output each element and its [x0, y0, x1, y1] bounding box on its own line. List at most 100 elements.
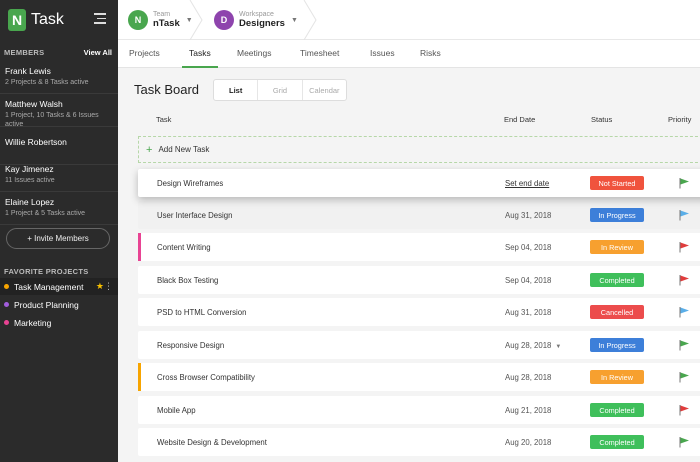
- invite-members-button[interactable]: + Invite Members: [6, 228, 110, 249]
- view-list-button[interactable]: List: [214, 80, 259, 100]
- table-row[interactable]: Responsive Design Aug 28, 2018 ▼ In Progres…: [138, 331, 700, 359]
- favorite-project-name: Product Planning: [14, 299, 79, 310]
- priority-flag-icon[interactable]: [678, 209, 690, 221]
- task-end-date[interactable]: Set end date: [505, 179, 549, 188]
- app-logo[interactable]: N Task: [8, 9, 64, 31]
- column-header-status[interactable]: Status: [591, 115, 612, 124]
- tab-risks[interactable]: Risks: [420, 48, 441, 58]
- plus-icon: +: [146, 143, 153, 156]
- task-end-date[interactable]: Aug 20, 2018: [505, 438, 551, 447]
- active-tab-underline: [182, 66, 218, 68]
- column-header-priority[interactable]: Priority: [668, 115, 691, 124]
- priority-flag-icon[interactable]: [678, 306, 690, 318]
- add-new-task-row[interactable]: + Add New Task: [138, 136, 700, 163]
- table-row[interactable]: Cross Browser Compatibility Aug 28, 2018 I…: [138, 363, 700, 391]
- member-item[interactable]: Kay Jimenez 11 Issues active: [0, 160, 118, 192]
- status-badge[interactable]: Completed: [590, 435, 644, 449]
- priority-flag-icon[interactable]: [678, 404, 690, 416]
- app-name: Task: [31, 11, 64, 28]
- task-end-date[interactable]: Aug 28, 2018: [505, 373, 551, 382]
- view-calendar-button[interactable]: Calendar: [303, 80, 346, 100]
- task-name[interactable]: Cross Browser Compatibility: [157, 373, 255, 382]
- workspace-selector[interactable]: D Workspace Designers ▼: [214, 0, 298, 40]
- member-item[interactable]: Elaine Lopez 1 Project & 5 Tasks active: [0, 193, 118, 225]
- priority-flag-icon[interactable]: [678, 339, 690, 351]
- tab-meetings[interactable]: Meetings: [237, 48, 272, 58]
- end-date-value: Aug 28, 2018: [505, 373, 552, 382]
- status-badge[interactable]: In Progress: [590, 338, 644, 352]
- member-activity: 1 Project, 10 Tasks & 6 Issues active: [5, 112, 99, 128]
- team-selector[interactable]: N Team nTask ▼: [128, 0, 193, 40]
- table-row[interactable]: Website Design & Development Aug 20, 2018…: [138, 428, 700, 456]
- table-row[interactable]: Black Box Testing Sep 04, 2018 Completed: [138, 266, 700, 294]
- tab-tasks[interactable]: Tasks: [189, 48, 211, 58]
- priority-flag-icon[interactable]: [678, 241, 690, 253]
- task-end-date[interactable]: Aug 28, 2018 ▼: [505, 341, 561, 350]
- task-name[interactable]: Responsive Design: [157, 341, 224, 350]
- task-name[interactable]: Design Wireframes: [157, 179, 223, 188]
- status-badge[interactable]: Cancelled: [590, 305, 644, 319]
- status-badge[interactable]: In Review: [590, 370, 644, 384]
- more-options-icon[interactable]: ⋮: [104, 281, 113, 292]
- favorite-project-item[interactable]: Task Management ★ ⋮: [0, 278, 118, 295]
- member-item[interactable]: Matthew Walsh 1 Project, 10 Tasks & 6 Iss…: [0, 95, 118, 128]
- workspace-avatar: D: [214, 10, 234, 30]
- end-date-value: Aug 20, 2018: [505, 438, 552, 447]
- table-row[interactable]: Content Writing Sep 04, 2018 In Review: [138, 233, 700, 261]
- hamburger-menu-icon[interactable]: [94, 13, 106, 27]
- task-end-date[interactable]: Sep 04, 2018: [505, 276, 551, 285]
- status-badge[interactable]: Completed: [590, 403, 644, 417]
- task-end-date[interactable]: Sep 04, 2018: [505, 243, 551, 252]
- task-name[interactable]: Website Design & Development: [157, 438, 267, 447]
- favorite-project-item[interactable]: Marketing: [0, 314, 118, 331]
- task-color-bar: [138, 363, 141, 391]
- task-name[interactable]: User Interface Design: [157, 211, 232, 220]
- priority-flag-icon[interactable]: [678, 436, 690, 448]
- table-row[interactable]: Mobile App Aug 21, 2018 Completed: [138, 396, 700, 424]
- tab-timesheet[interactable]: Timesheet: [300, 48, 339, 58]
- priority-flag-icon[interactable]: [678, 274, 690, 286]
- member-name: Elaine Lopez: [5, 197, 55, 207]
- column-header-task[interactable]: Task: [156, 115, 171, 124]
- project-color-dot: [4, 284, 9, 289]
- priority-flag-icon[interactable]: [678, 177, 690, 189]
- member-item[interactable]: Frank Lewis 2 Projects & 8 Tasks active: [0, 62, 118, 94]
- table-row[interactable]: Design Wireframes Set end date Not Started: [138, 169, 700, 197]
- member-name: Matthew Walsh: [5, 99, 63, 109]
- page-title: Task Board: [134, 82, 200, 97]
- status-badge[interactable]: In Review: [590, 240, 644, 254]
- task-name[interactable]: PSD to HTML Conversion: [157, 308, 246, 317]
- project-color-dot: [4, 320, 9, 325]
- task-end-date[interactable]: Aug 31, 2018: [505, 308, 551, 317]
- table-row[interactable]: User Interface Design Aug 31, 2018 In Prog…: [138, 201, 700, 229]
- task-end-date[interactable]: Aug 31, 2018: [505, 211, 551, 220]
- member-name: Frank Lewis: [5, 66, 51, 76]
- view-grid-button[interactable]: Grid: [258, 80, 303, 100]
- priority-flag-icon[interactable]: [678, 371, 690, 383]
- project-color-dot: [4, 302, 9, 307]
- favorite-project-item[interactable]: Product Planning: [0, 296, 118, 313]
- chevron-down-icon[interactable]: ▼: [555, 344, 561, 350]
- table-row[interactable]: PSD to HTML Conversion Aug 31, 2018 Cancel…: [138, 298, 700, 326]
- breadcrumb-separator: [302, 0, 317, 40]
- status-badge[interactable]: In Progress: [590, 208, 644, 222]
- favorite-project-name: Marketing: [14, 317, 52, 328]
- column-header-end-date[interactable]: End Date: [504, 115, 535, 124]
- task-name[interactable]: Content Writing: [157, 243, 211, 252]
- status-badge[interactable]: Completed: [590, 273, 644, 287]
- task-end-date[interactable]: Aug 21, 2018: [505, 406, 551, 415]
- tab-issues[interactable]: Issues: [370, 48, 395, 58]
- tab-projects[interactable]: Projects: [129, 48, 160, 58]
- end-date-value: Set end date: [505, 179, 550, 188]
- logo-icon: N: [8, 9, 26, 31]
- task-name[interactable]: Black Box Testing: [157, 276, 218, 285]
- team-label: Team: [153, 11, 171, 18]
- members-heading: MEMBERS: [4, 48, 45, 57]
- task-name[interactable]: Mobile App: [157, 406, 196, 415]
- tab-bar: Projects Tasks Meetings Timesheet Issues…: [118, 40, 700, 68]
- team-name: nTask: [153, 18, 180, 29]
- status-badge[interactable]: Not Started: [590, 176, 644, 190]
- member-activity: 1 Project & 5 Tasks active: [5, 210, 86, 217]
- star-icon[interactable]: ★: [96, 281, 104, 292]
- view-all-link[interactable]: View All: [84, 48, 112, 57]
